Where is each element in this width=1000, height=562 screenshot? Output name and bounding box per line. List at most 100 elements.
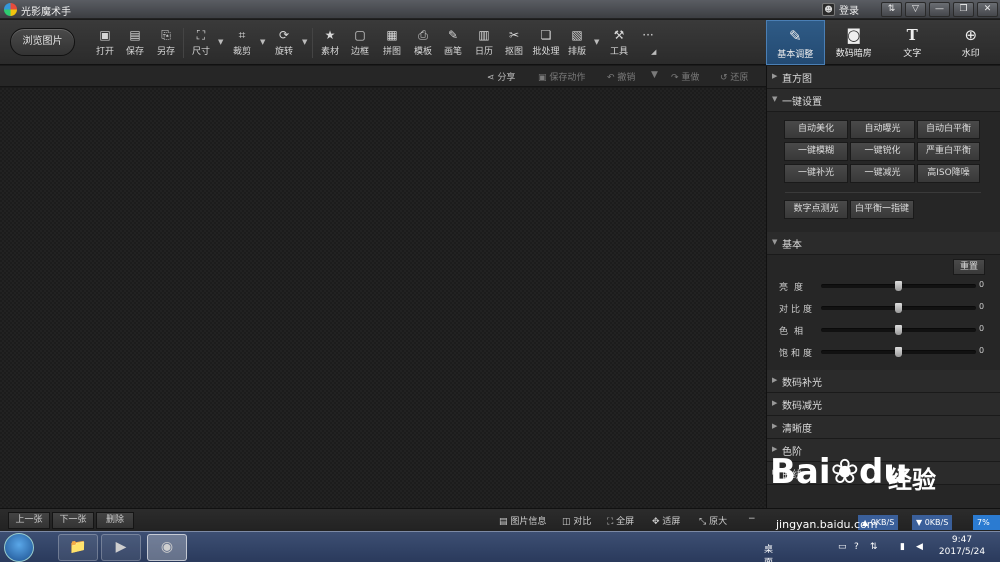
crop-dropdown-icon[interactable]: ▼ bbox=[260, 38, 265, 46]
tab-watermark[interactable]: ⊕ 水印 bbox=[942, 20, 1000, 65]
tool-batch[interactable]: ❏ 批处理 bbox=[531, 27, 561, 59]
one-click-reduce-light-button[interactable]: 一键减光 bbox=[850, 164, 915, 183]
tool-rotate[interactable]: ⟳ 旋转 bbox=[270, 27, 298, 59]
slider-knob[interactable] bbox=[895, 281, 902, 291]
tool-save[interactable]: ▤ 保存 bbox=[121, 27, 149, 59]
tool-brush[interactable]: ✎ 画笔 bbox=[439, 27, 467, 59]
wrench-icon: ⚒ bbox=[613, 28, 625, 42]
tool-save-as[interactable]: ⎘ 另存 bbox=[152, 27, 180, 59]
taskbar-clock[interactable]: 9:47 2017/5/24 bbox=[937, 534, 987, 558]
tool-resize[interactable]: ⛶ 尺寸 bbox=[187, 27, 215, 59]
tool-tools[interactable]: ⚒ 工具 bbox=[605, 27, 633, 59]
undo-button[interactable]: ↶ 撤销 bbox=[607, 70, 635, 83]
tool-border[interactable]: ▢ 边框 bbox=[346, 27, 374, 59]
tool-more[interactable]: ··· bbox=[634, 27, 662, 59]
collage-icon: ▦ bbox=[386, 28, 398, 42]
tool-material[interactable]: ★ 素材 bbox=[316, 27, 344, 59]
severe-white-balance-button[interactable]: 严重白平衡 bbox=[917, 142, 980, 161]
compare-button[interactable]: ◫ 对比 bbox=[562, 514, 591, 527]
spot-metering-button[interactable]: 数字点测光 bbox=[784, 200, 848, 219]
fullscreen-button[interactable]: ⛶ 全屏 bbox=[607, 514, 634, 527]
contrast-slider[interactable]: 对比度 0 bbox=[779, 301, 989, 315]
saturation-slider[interactable]: 饱和度 0 bbox=[779, 345, 989, 359]
slider-knob[interactable] bbox=[895, 303, 902, 313]
tab-text[interactable]: T 文字 bbox=[883, 20, 942, 65]
image-info-button[interactable]: ▤ 图片信息 bbox=[499, 514, 546, 527]
tool-crop[interactable]: ⌗ 裁剪 bbox=[228, 27, 256, 59]
close-button[interactable]: ✕ bbox=[977, 2, 998, 17]
section-clarity[interactable]: ▶ 清晰度 bbox=[767, 416, 1000, 439]
tray-help-icon[interactable]: ? bbox=[854, 542, 859, 552]
section-basic[interactable]: ▼ 基本 bbox=[767, 232, 1000, 255]
section-one-click[interactable]: ▼ 一键设置 bbox=[767, 89, 1000, 112]
brush-icon: ✎ bbox=[447, 28, 459, 42]
desktop-toolbar[interactable]: 桌面 bbox=[764, 542, 773, 562]
login-user-icon[interactable]: ☻ bbox=[822, 3, 835, 16]
maximize-button[interactable]: ❐ bbox=[953, 2, 974, 17]
one-click-sharpen-button[interactable]: 一键锐化 bbox=[850, 142, 915, 161]
crop-icon: ⌗ bbox=[238, 28, 246, 42]
save-action-button[interactable]: ▣ 保存动作 bbox=[538, 70, 585, 83]
tab-digital-darkroom[interactable]: ◙ 数码暗房 bbox=[825, 20, 884, 65]
login-area[interactable]: ☻ 登录 bbox=[822, 2, 859, 17]
high-iso-denoise-button[interactable]: 高ISO降噪 bbox=[917, 164, 980, 183]
one-click-fill-light-button[interactable]: 一键补光 bbox=[784, 164, 848, 183]
taskbar-photo-app[interactable]: ◉ bbox=[147, 534, 187, 561]
tool-template[interactable]: ⎙ 模板 bbox=[409, 27, 437, 59]
skin-menu-button[interactable]: ▽ bbox=[905, 2, 926, 17]
minimize-button[interactable]: — bbox=[929, 2, 950, 17]
tool-collage[interactable]: ▦ 拼图 bbox=[378, 27, 406, 59]
browse-images-button[interactable]: 浏览图片 bbox=[10, 28, 75, 56]
brightness-slider[interactable]: 亮度 0 bbox=[779, 279, 989, 293]
layout-dropdown-icon[interactable]: ▼ bbox=[594, 38, 599, 46]
restore-button[interactable]: ↺ 还原 bbox=[720, 70, 748, 83]
undo-dropdown-icon[interactable]: ▼ bbox=[651, 70, 658, 80]
taskbar-explorer[interactable]: 📁 bbox=[58, 534, 98, 561]
redo-button[interactable]: ↷ 重做 bbox=[671, 70, 699, 83]
one-click-buttons: 自动美化 自动曝光 自动白平衡 一键模糊 一键锐化 严重白平衡 一键补光 一键减… bbox=[767, 112, 1000, 232]
toolbar-divider bbox=[183, 28, 184, 58]
pin-button[interactable]: ⇅ bbox=[881, 2, 902, 17]
tray-arrow-icon[interactable]: ⇅ bbox=[870, 542, 878, 552]
tray-volume-icon[interactable]: ◀ bbox=[916, 542, 923, 552]
tray-device-icon[interactable]: ▮ bbox=[900, 542, 905, 552]
fit-screen-button[interactable]: ✥ 适屏 bbox=[652, 514, 680, 527]
tool-open[interactable]: ▣ 打开 bbox=[91, 27, 119, 59]
material-icon: ★ bbox=[324, 28, 336, 42]
resize-dropdown-icon[interactable]: ▼ bbox=[218, 38, 223, 46]
redo-icon: ↷ bbox=[671, 73, 682, 83]
toolbar-expand-icon[interactable]: ◢ bbox=[651, 48, 656, 56]
section-fill-light[interactable]: ▶ 数码补光 bbox=[767, 370, 1000, 393]
image-canvas[interactable] bbox=[0, 88, 766, 508]
section-reduce-light[interactable]: ▶ 数码减光 bbox=[767, 393, 1000, 416]
collapsed-arrow-icon: ▶ bbox=[772, 72, 778, 80]
one-click-blur-button[interactable]: 一键模糊 bbox=[784, 142, 848, 161]
next-image-button[interactable]: 下一张 bbox=[52, 512, 94, 529]
original-size-button[interactable]: ⤡ 原大 bbox=[699, 514, 727, 527]
auto-white-balance-button[interactable]: 自动白平衡 bbox=[917, 120, 980, 139]
taskbar-media-player[interactable]: ▶ bbox=[101, 534, 141, 561]
tool-calendar[interactable]: ▥ 日历 bbox=[470, 27, 498, 59]
auto-exposure-button[interactable]: 自动曝光 bbox=[850, 120, 915, 139]
tab-basic-adjust[interactable]: ✎ 基本调整 bbox=[766, 20, 825, 65]
login-link[interactable]: 登录 bbox=[839, 2, 859, 17]
start-button[interactable] bbox=[4, 533, 34, 562]
reset-button[interactable]: 重置 bbox=[953, 259, 985, 275]
fit-screen-icon: ✥ bbox=[652, 517, 663, 527]
slider-knob[interactable] bbox=[895, 325, 902, 335]
tool-layout[interactable]: ▧ 排版 bbox=[563, 27, 591, 59]
tray-network-icon[interactable]: ▭ bbox=[838, 542, 847, 552]
collapsed-arrow-icon: ▶ bbox=[772, 399, 778, 407]
slider-knob[interactable] bbox=[895, 347, 902, 357]
hue-slider[interactable]: 色相 0 bbox=[779, 323, 989, 337]
section-histogram[interactable]: ▶ 直方图 bbox=[767, 66, 1000, 89]
share-button[interactable]: ⋖ 分享 bbox=[487, 70, 515, 83]
auto-beautify-button[interactable]: 自动美化 bbox=[784, 120, 848, 139]
white-balance-picker-button[interactable]: 白平衡一指键 bbox=[850, 200, 914, 219]
zoom-out-button[interactable]: − bbox=[748, 514, 756, 524]
rotate-dropdown-icon[interactable]: ▼ bbox=[302, 38, 307, 46]
prev-image-button[interactable]: 上一张 bbox=[8, 512, 50, 529]
layout-icon: ▧ bbox=[571, 28, 583, 42]
tool-cutout[interactable]: ✂ 抠图 bbox=[500, 27, 528, 59]
delete-button[interactable]: 删除 bbox=[96, 512, 134, 529]
